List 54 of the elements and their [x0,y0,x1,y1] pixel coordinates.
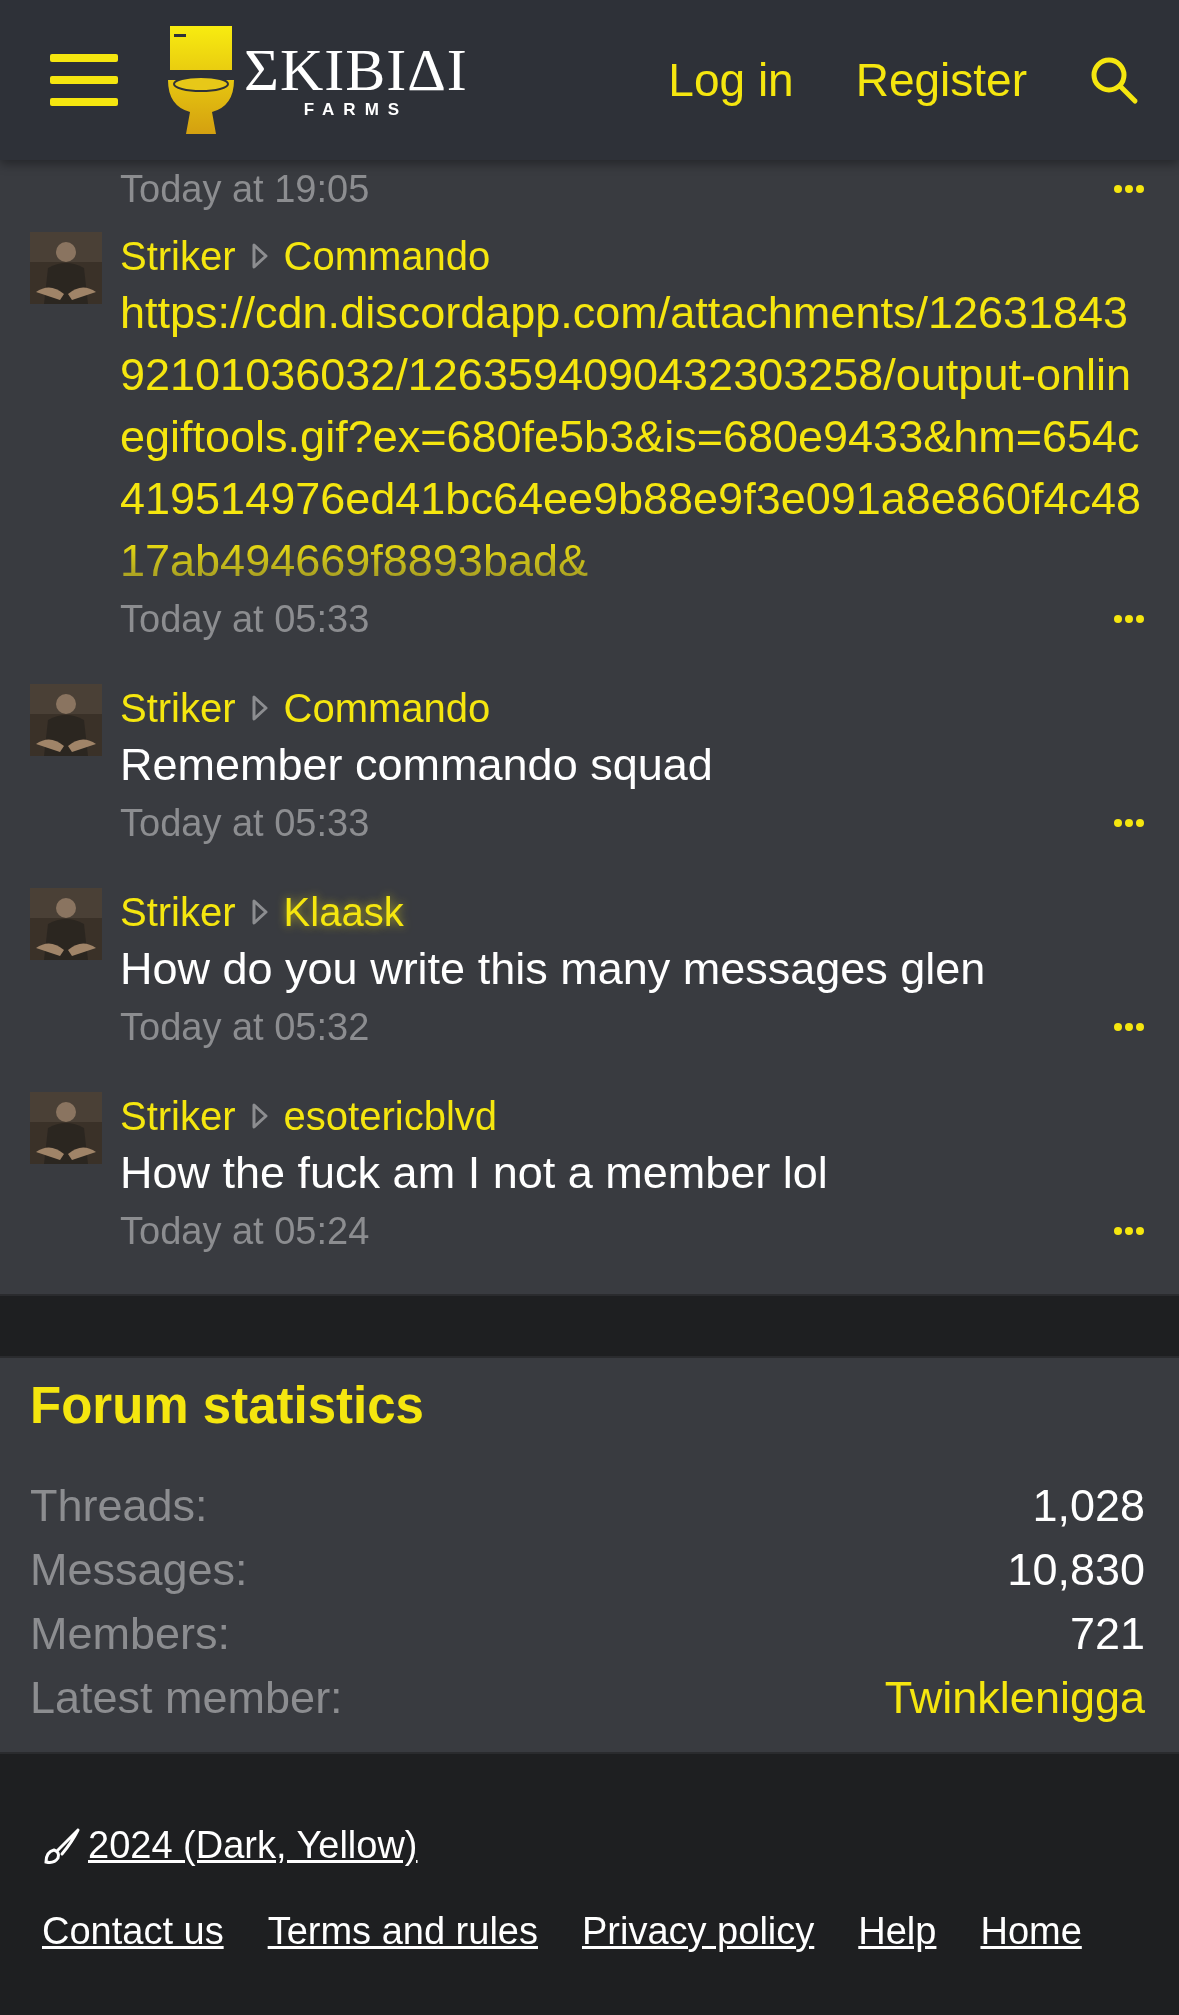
avatar[interactable] [30,888,102,960]
toilet-icon [166,24,236,136]
post-time: Today at 05:32 [120,1005,370,1049]
post-time: Today at 05:33 [120,597,370,641]
recipient-link[interactable]: Commando [283,685,491,731]
message-text: How do you write this many messages glen [120,942,987,996]
stat-value: 10,830 [1007,1544,1145,1596]
more-options-icon[interactable] [1113,184,1145,194]
logo-subtitle: FARMS [303,100,409,120]
stat-label: Members: [30,1608,231,1660]
search-icon [1089,55,1139,105]
author-link[interactable]: Striker [120,1093,236,1139]
recipient-link[interactable]: Klaask [283,889,404,935]
caret-icon [251,695,268,721]
member-link[interactable]: Twinklenigga [884,1672,1145,1724]
message-text: How the fuck am I not a member lol [120,1146,829,1200]
caret-icon [251,243,268,269]
stat-label: Threads: [30,1480,208,1532]
author-link[interactable]: Striker [120,685,236,731]
post-time: Today at 05:24 [120,1209,370,1253]
stat-label: Messages: [30,1544,248,1596]
menu-button[interactable] [50,52,118,108]
more-options-icon[interactable] [1113,614,1145,624]
stat-value: 721 [1069,1608,1145,1660]
more-options-icon[interactable] [1113,1022,1145,1032]
recipient-link[interactable]: esotericblvd [283,1093,497,1139]
avatar[interactable] [30,684,102,756]
avatar[interactable] [30,232,102,304]
author-link[interactable]: Striker [120,889,236,935]
stat-label: Latest member: [30,1672,343,1724]
caret-icon [251,899,268,925]
footer-link[interactable]: Home [980,1909,1082,1953]
logo-title: ΣKIBIΔI [244,40,468,100]
footer-link[interactable]: Terms and rules [267,1909,538,1953]
message-link[interactable]: https://cdn.discordapp.com/attachments/1263184392101036032/1263594090432303258/output-onlinegiftools.gif?ex=680fe5b3&is=680e9433&hm=654c419514976ed41bc64ee9b88e9f3e091a8e860f4c4817ab494669f8893bad& [120,282,1145,592]
footer-link[interactable]: Privacy policy [582,1909,815,1953]
search-button[interactable] [1089,55,1139,105]
stat-value: 1,028 [1032,1480,1145,1532]
author-link[interactable]: Striker [120,233,236,279]
more-options-icon[interactable] [1113,1226,1145,1236]
menu-icon [50,52,118,108]
post-time: Today at 05:33 [120,801,370,845]
avatar[interactable] [30,1092,102,1164]
recipient-link[interactable]: Commando [283,233,491,279]
message-text: Remember commando squad [120,738,714,792]
caret-icon [251,1103,268,1129]
more-options-icon[interactable] [1113,818,1145,828]
footer-link[interactable]: Contact us [42,1909,224,1953]
panel-title: Forum statistics [30,1376,425,1436]
post-time: Today at 19:05 [120,167,370,211]
header-link[interactable]: Log in [668,53,794,107]
header-link[interactable]: Register [855,53,1027,107]
footer-link[interactable]: Help [858,1909,937,1953]
style-chooser-link[interactable]: 2024 (Dark, Yellow) [42,1824,418,1867]
